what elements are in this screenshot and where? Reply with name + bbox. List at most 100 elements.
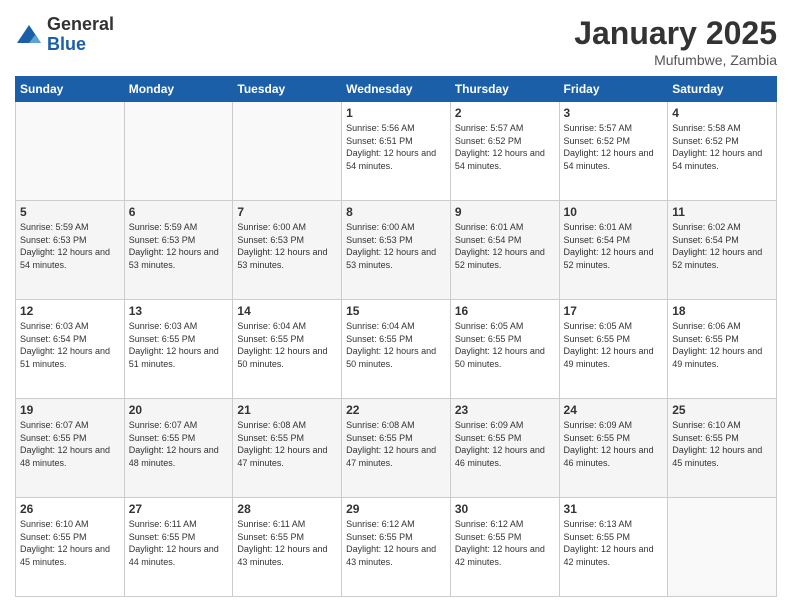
day-number: 6 [129, 205, 229, 219]
day-info: Sunrise: 5:56 AM Sunset: 6:51 PM Dayligh… [346, 122, 446, 172]
day-number: 29 [346, 502, 446, 516]
calendar-day-cell: 29 Sunrise: 6:12 AM Sunset: 6:55 PM Dayli… [342, 498, 451, 597]
weekday-header-cell: Tuesday [233, 77, 342, 102]
day-number: 10 [564, 205, 664, 219]
calendar-day-cell: 7 Sunrise: 6:00 AM Sunset: 6:53 PM Daylig… [233, 201, 342, 300]
calendar-day-cell: 30 Sunrise: 6:12 AM Sunset: 6:55 PM Dayli… [450, 498, 559, 597]
calendar-day-cell: 26 Sunrise: 6:10 AM Sunset: 6:55 PM Dayli… [16, 498, 125, 597]
calendar-day-cell: 9Sunrise: 6:01 AM Sunset: 6:54 PM Daylig… [450, 201, 559, 300]
calendar-day-cell: 1 Sunrise: 5:56 AM Sunset: 6:51 PM Daylig… [342, 102, 451, 201]
day-info: Sunrise: 5:57 AM Sunset: 6:52 PM Dayligh… [564, 122, 664, 172]
day-number: 8 [346, 205, 446, 219]
calendar-day-cell: 23 Sunrise: 6:09 AM Sunset: 6:55 PM Dayli… [450, 399, 559, 498]
calendar-week-row: 26 Sunrise: 6:10 AM Sunset: 6:55 PM Dayli… [16, 498, 777, 597]
day-info: Sunrise: 6:09 AM Sunset: 6:55 PM Dayligh… [455, 419, 555, 469]
day-info: Sunrise: 5:58 AM Sunset: 6:52 PM Dayligh… [672, 122, 772, 172]
day-number: 2 [455, 106, 555, 120]
day-number: 14 [237, 304, 337, 318]
weekday-header-cell: Wednesday [342, 77, 451, 102]
day-info: Sunrise: 5:59 AM Sunset: 6:53 PM Dayligh… [20, 221, 120, 271]
calendar-day-cell: 22Sunrise: 6:08 AM Sunset: 6:55 PM Dayli… [342, 399, 451, 498]
day-info: Sunrise: 6:05 AM Sunset: 6:55 PM Dayligh… [455, 320, 555, 370]
day-number: 1 [346, 106, 446, 120]
calendar-day-cell: 5Sunrise: 5:59 AM Sunset: 6:53 PM Daylig… [16, 201, 125, 300]
day-number: 30 [455, 502, 555, 516]
calendar-week-row: 5Sunrise: 5:59 AM Sunset: 6:53 PM Daylig… [16, 201, 777, 300]
title-block: January 2025 Mufumbwe, Zambia [574, 15, 777, 68]
calendar-day-cell: 2 Sunrise: 5:57 AM Sunset: 6:52 PM Daylig… [450, 102, 559, 201]
day-number: 15 [346, 304, 446, 318]
calendar-day-cell: 16 Sunrise: 6:05 AM Sunset: 6:55 PM Dayli… [450, 300, 559, 399]
day-number: 19 [20, 403, 120, 417]
calendar-day-cell: 8 Sunrise: 6:00 AM Sunset: 6:53 PM Daylig… [342, 201, 451, 300]
day-number: 13 [129, 304, 229, 318]
day-info: Sunrise: 6:00 AM Sunset: 6:53 PM Dayligh… [237, 221, 337, 271]
calendar-day-cell: 12 Sunrise: 6:03 AM Sunset: 6:54 PM Dayli… [16, 300, 125, 399]
day-number: 7 [237, 205, 337, 219]
weekday-header-cell: Sunday [16, 77, 125, 102]
day-info: Sunrise: 6:12 AM Sunset: 6:55 PM Dayligh… [455, 518, 555, 568]
month-title: January 2025 [574, 15, 777, 52]
day-info: Sunrise: 6:01 AM Sunset: 6:54 PM Dayligh… [564, 221, 664, 271]
calendar-day-cell: 15Sunrise: 6:04 AM Sunset: 6:55 PM Dayli… [342, 300, 451, 399]
day-number: 26 [20, 502, 120, 516]
day-number: 12 [20, 304, 120, 318]
page: General Blue January 2025 Mufumbwe, Zamb… [0, 0, 792, 612]
calendar-day-cell: 10 Sunrise: 6:01 AM Sunset: 6:54 PM Dayli… [559, 201, 668, 300]
calendar-day-cell: 17 Sunrise: 6:05 AM Sunset: 6:55 PM Dayli… [559, 300, 668, 399]
calendar-table: SundayMondayTuesdayWednesdayThursdayFrid… [15, 76, 777, 597]
day-info: Sunrise: 6:05 AM Sunset: 6:55 PM Dayligh… [564, 320, 664, 370]
day-info: Sunrise: 6:03 AM Sunset: 6:54 PM Dayligh… [20, 320, 120, 370]
calendar-day-cell: 24Sunrise: 6:09 AM Sunset: 6:55 PM Dayli… [559, 399, 668, 498]
calendar-day-cell: 19 Sunrise: 6:07 AM Sunset: 6:55 PM Dayli… [16, 399, 125, 498]
day-info: Sunrise: 6:08 AM Sunset: 6:55 PM Dayligh… [346, 419, 446, 469]
calendar-day-cell: 28 Sunrise: 6:11 AM Sunset: 6:55 PM Dayli… [233, 498, 342, 597]
day-info: Sunrise: 6:04 AM Sunset: 6:55 PM Dayligh… [237, 320, 337, 370]
calendar-day-cell [668, 498, 777, 597]
calendar-day-cell: 25Sunrise: 6:10 AM Sunset: 6:55 PM Dayli… [668, 399, 777, 498]
day-info: Sunrise: 5:57 AM Sunset: 6:52 PM Dayligh… [455, 122, 555, 172]
day-number: 16 [455, 304, 555, 318]
calendar-day-cell: 3Sunrise: 5:57 AM Sunset: 6:52 PM Daylig… [559, 102, 668, 201]
day-info: Sunrise: 6:02 AM Sunset: 6:54 PM Dayligh… [672, 221, 772, 271]
day-info: Sunrise: 6:13 AM Sunset: 6:55 PM Dayligh… [564, 518, 664, 568]
calendar-day-cell: 13Sunrise: 6:03 AM Sunset: 6:55 PM Dayli… [124, 300, 233, 399]
calendar-day-cell: 27 Sunrise: 6:11 AM Sunset: 6:55 PM Dayli… [124, 498, 233, 597]
calendar-week-row: 1 Sunrise: 5:56 AM Sunset: 6:51 PM Daylig… [16, 102, 777, 201]
day-info: Sunrise: 6:11 AM Sunset: 6:55 PM Dayligh… [237, 518, 337, 568]
day-number: 21 [237, 403, 337, 417]
day-info: Sunrise: 6:12 AM Sunset: 6:55 PM Dayligh… [346, 518, 446, 568]
day-info: Sunrise: 6:10 AM Sunset: 6:55 PM Dayligh… [672, 419, 772, 469]
day-number: 18 [672, 304, 772, 318]
calendar-day-cell: 11Sunrise: 6:02 AM Sunset: 6:54 PM Dayli… [668, 201, 777, 300]
calendar-body: 1 Sunrise: 5:56 AM Sunset: 6:51 PM Daylig… [16, 102, 777, 597]
calendar-day-cell: 21Sunrise: 6:08 AM Sunset: 6:55 PM Dayli… [233, 399, 342, 498]
calendar-day-cell [16, 102, 125, 201]
calendar-day-cell: 20Sunrise: 6:07 AM Sunset: 6:55 PM Dayli… [124, 399, 233, 498]
day-number: 17 [564, 304, 664, 318]
day-info: Sunrise: 6:10 AM Sunset: 6:55 PM Dayligh… [20, 518, 120, 568]
calendar-day-cell: 6Sunrise: 5:59 AM Sunset: 6:53 PM Daylig… [124, 201, 233, 300]
weekday-header-cell: Saturday [668, 77, 777, 102]
logo-blue-text: Blue [47, 35, 114, 55]
weekday-header-cell: Monday [124, 77, 233, 102]
weekday-header-cell: Friday [559, 77, 668, 102]
calendar-day-cell: 14 Sunrise: 6:04 AM Sunset: 6:55 PM Dayli… [233, 300, 342, 399]
day-number: 28 [237, 502, 337, 516]
logo: General Blue [15, 15, 114, 55]
day-info: Sunrise: 6:00 AM Sunset: 6:53 PM Dayligh… [346, 221, 446, 271]
calendar-day-cell: 18 Sunrise: 6:06 AM Sunset: 6:55 PM Dayli… [668, 300, 777, 399]
logo-text: General Blue [47, 15, 114, 55]
calendar-week-row: 19 Sunrise: 6:07 AM Sunset: 6:55 PM Dayli… [16, 399, 777, 498]
day-number: 23 [455, 403, 555, 417]
logo-general-text: General [47, 15, 114, 35]
day-info: Sunrise: 6:01 AM Sunset: 6:54 PM Dayligh… [455, 221, 555, 271]
day-info: Sunrise: 6:07 AM Sunset: 6:55 PM Dayligh… [20, 419, 120, 469]
weekday-header-row: SundayMondayTuesdayWednesdayThursdayFrid… [16, 77, 777, 102]
day-info: Sunrise: 6:06 AM Sunset: 6:55 PM Dayligh… [672, 320, 772, 370]
calendar-day-cell: 4Sunrise: 5:58 AM Sunset: 6:52 PM Daylig… [668, 102, 777, 201]
logo-icon [15, 21, 43, 49]
header: General Blue January 2025 Mufumbwe, Zamb… [15, 15, 777, 68]
day-info: Sunrise: 6:11 AM Sunset: 6:55 PM Dayligh… [129, 518, 229, 568]
day-number: 27 [129, 502, 229, 516]
